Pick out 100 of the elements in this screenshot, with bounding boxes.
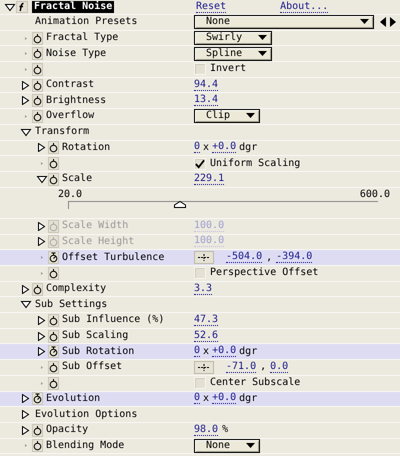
stopwatch-icon[interactable]: [48, 345, 59, 358]
link[interactable]: Reset: [196, 2, 226, 12]
previous-next-arrows-icon[interactable]: [378, 16, 398, 28]
group-name: Transform: [35, 127, 90, 138]
property-name: Fractal Type: [46, 33, 118, 44]
dropdown[interactable]: Spline: [194, 46, 272, 61]
unit-label: dgr: [239, 394, 258, 404]
checkbox-label: Uniform Scaling: [210, 158, 300, 169]
stopwatch-icon[interactable]: [32, 78, 43, 92]
effect-toggle-icon[interactable]: [16, 1, 28, 13]
separator-label: ,: [260, 362, 266, 372]
value-field[interactable]: 229.1: [194, 174, 224, 185]
value-field[interactable]: 94.4: [194, 80, 218, 91]
property-name: Noise Type: [46, 48, 106, 59]
unit-label: x: [203, 142, 210, 153]
stopwatch-icon[interactable]: [48, 251, 59, 264]
disclosure-triangle-icon[interactable]: [36, 316, 48, 325]
property-name: Sub Influence (%): [62, 315, 164, 326]
value-field[interactable]: 0: [194, 142, 200, 154]
property-name: Sub Rotation: [62, 346, 134, 357]
stopwatch-icon[interactable]: [32, 32, 43, 45]
disclosure-triangle-icon[interactable]: [20, 410, 32, 420]
stopwatch-icon[interactable]: [48, 266, 59, 280]
property-name: Contrast: [46, 80, 94, 90]
checkbox-label: Center Subscale: [210, 378, 300, 388]
disclosure-triangle-icon[interactable]: [36, 174, 48, 184]
disclosure-triangle-icon[interactable]: [20, 96, 32, 106]
value-field[interactable]: 13.4: [194, 95, 218, 106]
disclosure-triangle-icon[interactable]: [20, 394, 32, 404]
stopwatch-icon[interactable]: [32, 110, 43, 123]
caret-icon: [246, 442, 256, 449]
stopwatch-icon[interactable]: [32, 439, 43, 452]
property-name: Offset Turbulence: [62, 252, 164, 263]
property-name: Brightness: [46, 96, 106, 106]
disclosure-triangle-icon[interactable]: [20, 80, 32, 90]
slider-max-label: 600.0: [360, 190, 390, 200]
checkmark-icon: [195, 158, 205, 169]
value-field[interactable]: 3.3: [194, 284, 212, 295]
stopwatch-icon[interactable]: [48, 314, 59, 327]
value-field[interactable]: -71.0: [226, 362, 256, 373]
stopwatch-icon[interactable]: [32, 282, 43, 296]
value-field[interactable]: 0: [194, 346, 200, 358]
stopwatch-icon[interactable]: [32, 94, 43, 108]
property-name: Scale: [62, 174, 92, 184]
effect-name: Fractal Noise: [32, 1, 114, 13]
disclosure-triangle-icon[interactable]: [20, 300, 32, 310]
stopwatch-icon[interactable]: [48, 141, 59, 154]
property-name: Complexity: [46, 284, 106, 294]
link[interactable]: About...: [280, 2, 328, 12]
value-field[interactable]: 0: [194, 393, 200, 404]
stopwatch-icon[interactable]: [32, 62, 43, 76]
dropdown[interactable]: Swirly: [194, 31, 272, 46]
dropdown[interactable]: Clip: [194, 109, 260, 124]
property-name: Opacity: [46, 425, 88, 436]
value-field[interactable]: 0.0: [270, 362, 288, 373]
checkbox-label: Invert: [210, 64, 246, 74]
stopwatch-icon[interactable]: [48, 157, 59, 170]
slider-min-label: 20.0: [58, 190, 82, 200]
dropdown[interactable]: None: [194, 438, 260, 453]
value-field[interactable]: -394.0: [276, 252, 312, 264]
property-name: Blending Mode: [46, 440, 124, 451]
stopwatch-icon[interactable]: [48, 172, 59, 186]
stopwatch-icon[interactable]: [48, 360, 59, 374]
disclosure-triangle-icon[interactable]: [20, 426, 32, 435]
stopwatch-icon[interactable]: [48, 330, 59, 343]
caret-icon: [360, 19, 369, 26]
stopwatch-icon[interactable]: [32, 47, 43, 60]
disclosure-triangle-icon[interactable]: [36, 332, 48, 341]
property-name: Scale Width: [62, 221, 128, 232]
checkbox-label: Perspective Offset: [210, 268, 318, 278]
disclosure-triangle-icon[interactable]: [36, 143, 48, 152]
disclosure-triangle-icon[interactable]: [20, 284, 32, 294]
value-field[interactable]: 47.3: [194, 314, 218, 326]
disclosure-triangle-icon[interactable]: [20, 128, 32, 137]
slider-thumb[interactable]: [174, 200, 186, 208]
value-field[interactable]: 52.6: [194, 330, 218, 342]
dropdown[interactable]: None: [194, 15, 374, 30]
unit-label: x: [203, 394, 210, 404]
caret-icon: [246, 113, 256, 120]
value-field[interactable]: 98.0: [194, 424, 218, 436]
property-name: Scale Height: [62, 236, 134, 247]
disclosure-triangle-icon[interactable]: [36, 347, 48, 356]
value-field[interactable]: +0.0: [212, 393, 236, 404]
property-name: Rotation: [62, 142, 110, 153]
stopwatch-icon[interactable]: [32, 424, 43, 437]
slider-track[interactable]: [68, 200, 378, 209]
stopwatch-icon[interactable]: [32, 392, 43, 406]
value-field[interactable]: +0.0: [212, 346, 236, 358]
value-field[interactable]: +0.0: [212, 142, 236, 154]
stopwatch-icon[interactable]: [48, 376, 59, 390]
group-name: Evolution Options: [35, 410, 138, 420]
unit-label: dgr: [239, 346, 258, 357]
crosshair-icon[interactable]: [194, 360, 214, 374]
disclosure-triangle-icon[interactable]: [4, 2, 16, 12]
property-name: Animation Presets: [35, 17, 138, 28]
checkbox[interactable]: [194, 158, 206, 170]
crosshair-icon[interactable]: [194, 251, 214, 264]
value-field[interactable]: -504.0: [226, 252, 262, 264]
separator-label: ,: [266, 252, 272, 263]
property-name: Sub Scaling: [62, 331, 128, 342]
